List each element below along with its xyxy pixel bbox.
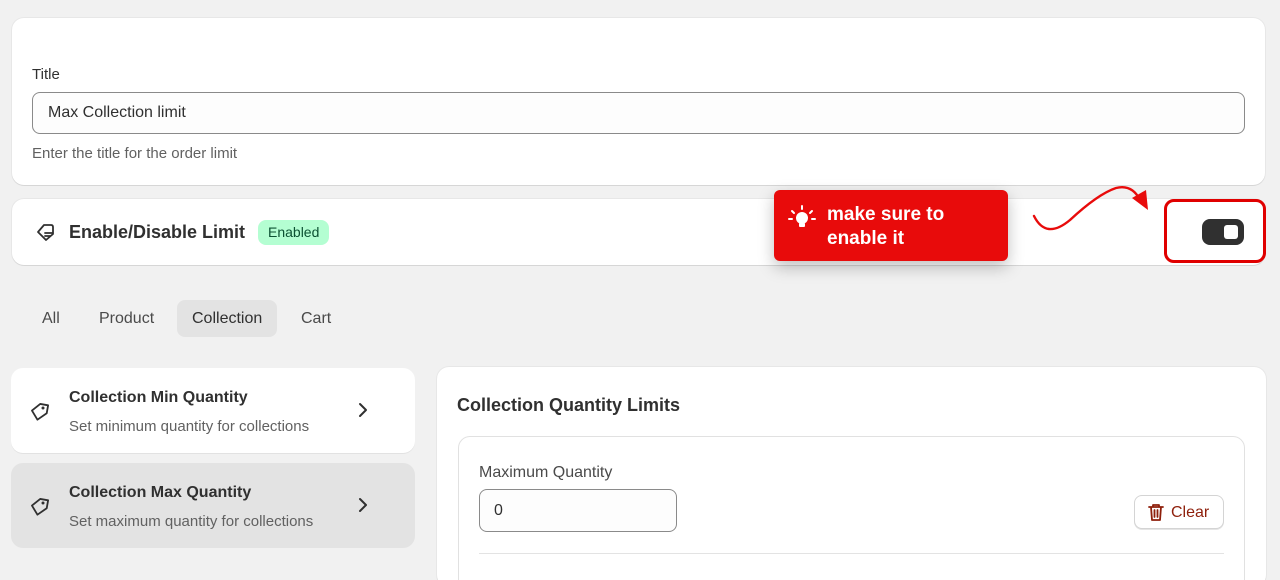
tab-product[interactable]: Product xyxy=(84,300,169,337)
divider xyxy=(479,553,1224,554)
maximum-quantity-box: Maximum Quantity Clear xyxy=(458,436,1245,580)
enable-limit-title: Enable/Disable Limit xyxy=(69,222,246,242)
maximum-quantity-input[interactable] xyxy=(479,489,677,532)
trash-icon xyxy=(1148,504,1164,521)
lightbulb-icon xyxy=(788,205,816,227)
title-input[interactable] xyxy=(32,92,1245,134)
item-subtitle: Set maximum quantity for collections xyxy=(69,513,314,530)
maximum-quantity-label: Maximum Quantity xyxy=(479,464,613,481)
item-title: Collection Max Quantity xyxy=(69,484,252,501)
panel-title: Collection Quantity Limits xyxy=(457,395,681,415)
clear-label: Clear xyxy=(1171,504,1210,521)
tab-cart[interactable]: Cart xyxy=(286,300,346,337)
tab-collection[interactable]: Collection xyxy=(177,300,278,337)
chevron-right-icon xyxy=(359,498,367,512)
collection-max-quantity-item[interactable]: Collection Max Quantity Set maximum quan… xyxy=(11,463,415,548)
status-badge: Enabled xyxy=(258,220,330,245)
collection-quantity-limits-panel: Collection Quantity Limits Maximum Quant… xyxy=(437,367,1266,580)
title-help-text: Enter the title for the order limit xyxy=(32,145,238,162)
callout-tooltip: make sure to enable it xyxy=(774,190,1008,261)
tag-icon xyxy=(31,403,50,421)
item-subtitle: Set minimum quantity for collections xyxy=(69,418,310,435)
title-label: Title xyxy=(32,66,60,83)
arrow-icon xyxy=(1032,186,1148,231)
tab-all[interactable]: All xyxy=(27,300,75,337)
collection-min-quantity-item[interactable]: Collection Min Quantity Set minimum quan… xyxy=(11,368,415,453)
tag-icon xyxy=(31,498,50,516)
callout-text: make sure to enable it xyxy=(827,204,945,249)
tag-icon xyxy=(37,224,54,241)
toggle-highlight-box xyxy=(1164,199,1266,263)
item-title: Collection Min Quantity xyxy=(69,389,248,406)
chevron-right-icon xyxy=(359,403,367,417)
clear-button[interactable]: Clear xyxy=(1134,495,1224,529)
title-card: Title Enter the title for the order limi… xyxy=(12,18,1265,185)
